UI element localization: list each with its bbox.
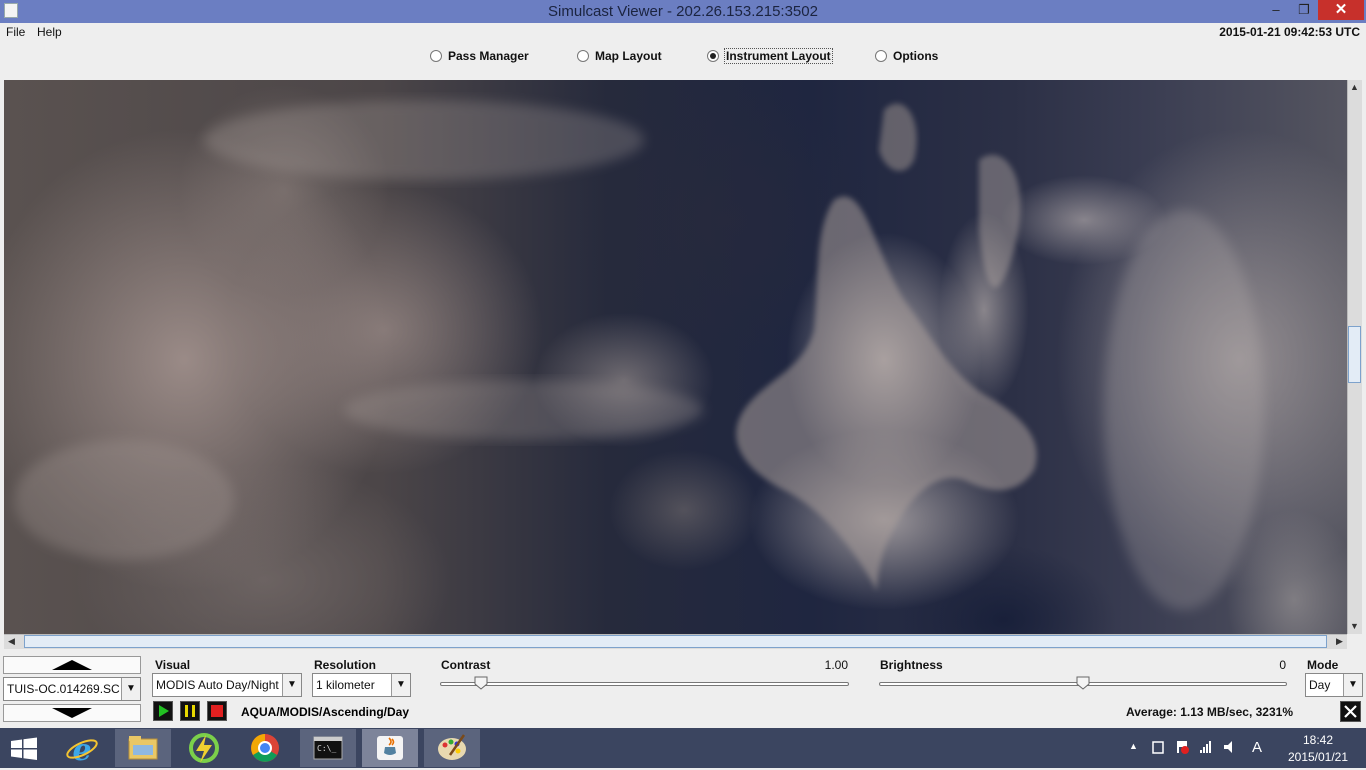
brightness-label: Brightness bbox=[880, 658, 943, 672]
signal-bars-icon bbox=[1200, 741, 1211, 753]
taskbar-file-explorer[interactable] bbox=[115, 729, 171, 767]
mode-value: Day bbox=[1309, 678, 1331, 692]
tray-network[interactable] bbox=[1198, 739, 1214, 758]
utc-clock: 2015-01-21 09:42:53 UTC bbox=[1219, 25, 1360, 39]
satellite-image[interactable] bbox=[4, 80, 1347, 634]
chevron-down-icon: ▼ bbox=[1343, 674, 1362, 696]
maximize-button[interactable]: ❐ bbox=[1290, 0, 1318, 20]
next-pass-button[interactable] bbox=[3, 704, 141, 722]
window-title: Simulcast Viewer - 202.26.153.215:3502 bbox=[548, 3, 818, 20]
pause-button[interactable] bbox=[180, 701, 200, 721]
tray-device-icon[interactable] bbox=[1150, 739, 1166, 758]
minimize-button[interactable]: – bbox=[1262, 0, 1290, 20]
pass-info: AQUA/MODIS/Ascending/Day bbox=[241, 705, 409, 719]
resolution-value: 1 kilometer bbox=[316, 678, 375, 692]
tray-action-center[interactable] bbox=[1174, 739, 1190, 758]
resolution-label: Resolution bbox=[314, 658, 376, 672]
internet-explorer-icon: e bbox=[66, 733, 98, 768]
pass-info-text: AQUA/MODIS/Ascending/Day bbox=[241, 705, 410, 719]
brightness-value: 0 bbox=[1279, 658, 1286, 672]
taskbar-internet-explorer[interactable]: e bbox=[54, 729, 110, 768]
close-button[interactable]: ✕ bbox=[1318, 0, 1364, 20]
mode-select[interactable]: Day ▼ bbox=[1305, 673, 1363, 697]
radio-icon bbox=[430, 50, 442, 62]
tab-label: Instrument Layout bbox=[724, 48, 833, 64]
tab-map-layout[interactable]: Map Layout bbox=[577, 49, 662, 63]
mode-label: Mode bbox=[1307, 658, 1339, 672]
tab-options[interactable]: Options bbox=[875, 49, 938, 63]
tab-instrument-layout[interactable]: Instrument Layout bbox=[707, 48, 833, 64]
radio-icon bbox=[875, 50, 887, 62]
menu-bar bbox=[0, 23, 1366, 41]
taskbar-chrome[interactable] bbox=[237, 729, 293, 767]
taskbar-sync-app[interactable] bbox=[176, 729, 232, 767]
windows-logo-icon bbox=[11, 737, 37, 760]
previous-pass-button[interactable] bbox=[3, 656, 141, 674]
pass-file-value: TUIS-OC.014269.SC bbox=[7, 682, 120, 696]
resolution-select[interactable]: 1 kilometer ▼ bbox=[312, 673, 411, 697]
menu-help[interactable]: Help bbox=[37, 23, 62, 41]
scroll-left-icon[interactable]: ◀ bbox=[4, 634, 19, 649]
paint-palette-icon bbox=[438, 734, 466, 760]
tab-pass-manager[interactable]: Pass Manager bbox=[430, 49, 529, 63]
java-icon bbox=[377, 736, 403, 760]
chevron-down-icon: ▼ bbox=[391, 674, 410, 696]
scroll-up-icon[interactable]: ▲ bbox=[1347, 80, 1362, 95]
device-icon bbox=[1152, 741, 1164, 754]
contrast-value: 1.00 bbox=[824, 658, 848, 672]
contrast-slider[interactable] bbox=[440, 682, 849, 686]
contrast-slider-thumb[interactable] bbox=[474, 676, 488, 690]
scroll-right-icon[interactable]: ▶ bbox=[1332, 634, 1347, 649]
tray-time[interactable]: 18:42 bbox=[1280, 733, 1356, 747]
horizontal-scroll-thumb[interactable] bbox=[24, 635, 1327, 648]
sync-icon bbox=[189, 733, 219, 763]
image-overlay bbox=[14, 100, 1264, 610]
tab-label: Map Layout bbox=[595, 49, 662, 63]
scroll-down-icon[interactable]: ▼ bbox=[1347, 619, 1362, 634]
tray-volume[interactable] bbox=[1222, 739, 1238, 758]
vertical-scroll-thumb[interactable] bbox=[1348, 325, 1361, 384]
radio-selected-icon bbox=[707, 50, 719, 62]
svg-text:e: e bbox=[72, 733, 91, 767]
visual-label: Visual bbox=[155, 658, 191, 672]
menu-file[interactable]: File bbox=[6, 23, 25, 41]
radio-icon bbox=[577, 50, 589, 62]
play-button[interactable] bbox=[153, 701, 173, 721]
tab-label: Options bbox=[893, 49, 939, 63]
arrow-down-icon bbox=[52, 708, 92, 718]
folder-icon bbox=[128, 736, 158, 760]
visual-select[interactable]: MODIS Auto Day/Night ▼ bbox=[152, 673, 302, 697]
play-icon bbox=[159, 705, 169, 717]
svg-text:C:\_: C:\_ bbox=[317, 744, 336, 753]
taskbar-java[interactable] bbox=[362, 729, 418, 767]
close-panel-button[interactable] bbox=[1340, 701, 1361, 722]
flag-warning-icon bbox=[1177, 741, 1189, 754]
brightness-slider-thumb[interactable] bbox=[1076, 676, 1090, 690]
tray-date[interactable]: 2015/01/21 bbox=[1280, 750, 1356, 764]
arrow-up-icon bbox=[52, 660, 92, 670]
stop-icon bbox=[211, 705, 223, 717]
chevron-down-icon: ▼ bbox=[282, 674, 301, 696]
tray-overflow-icon[interactable]: ▲ bbox=[1129, 741, 1138, 751]
tray-ime[interactable]: A bbox=[1252, 739, 1262, 756]
average-rate: Average: 1.13 MB/sec, 3231% bbox=[1126, 705, 1293, 719]
taskbar-paint[interactable] bbox=[424, 729, 480, 767]
pause-icon bbox=[185, 705, 195, 717]
command-prompt-icon: C:\_ bbox=[313, 736, 343, 760]
tab-label: Pass Manager bbox=[448, 49, 529, 63]
contrast-label: Contrast bbox=[441, 658, 491, 672]
chrome-icon bbox=[251, 734, 279, 762]
chevron-down-icon: ▼ bbox=[121, 678, 140, 700]
taskbar-command-prompt[interactable]: C:\_ bbox=[300, 729, 356, 767]
close-icon bbox=[1344, 705, 1357, 718]
stop-button[interactable] bbox=[207, 701, 227, 721]
visual-value: MODIS Auto Day/Night bbox=[156, 678, 279, 692]
pass-file-select[interactable]: TUIS-OC.014269.SC ▼ bbox=[3, 677, 141, 701]
start-button[interactable] bbox=[10, 737, 38, 764]
speaker-icon bbox=[1224, 741, 1232, 753]
